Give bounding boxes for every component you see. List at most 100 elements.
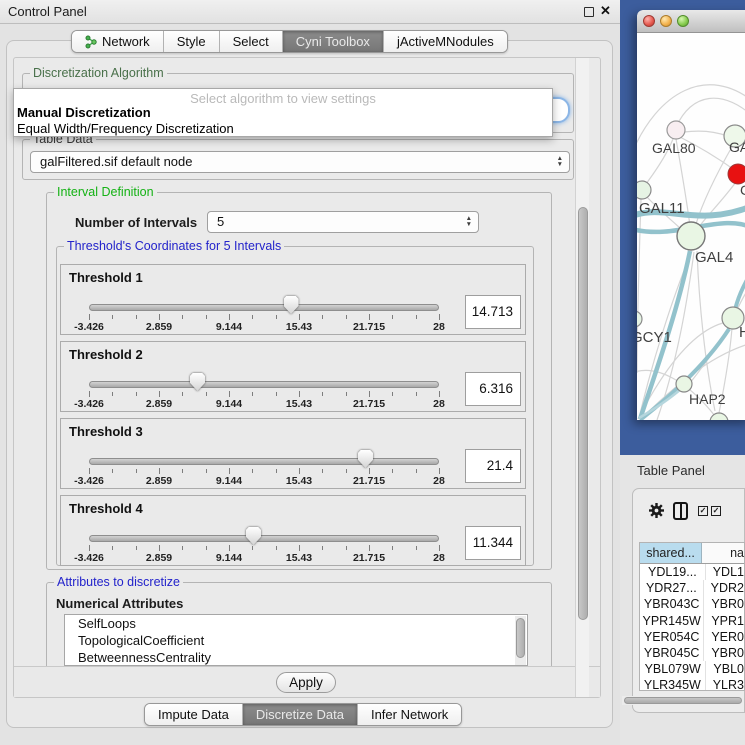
gear-icon[interactable] xyxy=(648,502,665,519)
slider-track[interactable] xyxy=(89,304,439,311)
table-row[interactable]: YBR045CYBR0 xyxy=(640,645,744,661)
node-gcy1[interactable] xyxy=(637,311,642,327)
list-item[interactable]: SelfLoops xyxy=(65,615,527,632)
column-header-name[interactable]: na xyxy=(702,543,744,563)
tick-mark xyxy=(229,314,230,320)
slider-track[interactable] xyxy=(89,381,439,388)
list-scrollbar[interactable] xyxy=(515,616,526,666)
cell-shared-name[interactable]: YER054C xyxy=(640,629,704,645)
tick-label: 9.144 xyxy=(199,552,259,564)
tick-mark xyxy=(276,546,277,550)
table-horizontal-scrollbar[interactable] xyxy=(622,696,743,705)
tick-label: -3.426 xyxy=(59,475,119,487)
tick-label: 21.715 xyxy=(339,475,399,487)
float-window-icon[interactable] xyxy=(584,7,594,17)
tab-discretize-data[interactable]: Discretize Data xyxy=(243,704,358,725)
cell-name[interactable]: YPR1 xyxy=(704,613,744,629)
threshold-label: Threshold 2 xyxy=(69,347,143,362)
slider-track[interactable] xyxy=(89,535,439,542)
number-of-intervals-combobox[interactable]: 5 ▲▼ xyxy=(207,211,479,233)
threshold-value-field[interactable]: 21.4 xyxy=(465,449,521,483)
scrollbar-thumb[interactable] xyxy=(624,697,742,704)
table-row[interactable]: YPR145WYPR1 xyxy=(640,613,744,629)
tab-impute-data[interactable]: Impute Data xyxy=(145,704,243,725)
table-row[interactable]: YBL079WYBL0 xyxy=(640,661,744,677)
threshold-label: Threshold 3 xyxy=(69,424,143,439)
checkbox-checked-icon[interactable]: ✓ xyxy=(711,506,721,516)
cell-name[interactable]: YBL0 xyxy=(706,661,744,677)
zoom-traffic-light[interactable] xyxy=(677,15,689,27)
threshold-value-field[interactable]: 14.713 xyxy=(465,295,521,329)
tick-mark xyxy=(182,392,183,396)
tab-network[interactable]: Network xyxy=(72,31,164,52)
slider-handle[interactable] xyxy=(190,373,205,391)
slider-track[interactable] xyxy=(89,458,439,465)
numerical-attributes-list[interactable]: SelfLoops TopologicalCoefficient Between… xyxy=(64,614,528,666)
close-icon[interactable]: ✕ xyxy=(600,3,611,19)
minimize-traffic-light[interactable] xyxy=(660,15,672,27)
tick-mark xyxy=(392,392,393,396)
cell-shared-name[interactable]: YPR145W xyxy=(640,613,704,629)
cell-shared-name[interactable]: YBR045C xyxy=(640,645,704,661)
node-gal80[interactable] xyxy=(667,121,685,139)
group-title: Attributes to discretize xyxy=(54,575,183,589)
tick-mark xyxy=(369,314,370,320)
cell-name[interactable]: YDR2 xyxy=(704,580,744,596)
column-header-shared-name[interactable]: shared... xyxy=(640,543,702,563)
tab-cyni-toolbox[interactable]: Cyni Toolbox xyxy=(283,31,384,52)
tick-mark xyxy=(322,315,323,319)
node-gal11[interactable] xyxy=(637,181,651,199)
cell-shared-name[interactable]: YDL19... xyxy=(640,564,706,580)
table-row[interactable]: YDR27...YDR2 xyxy=(640,580,744,596)
node-selected-red[interactable] xyxy=(728,164,745,184)
threshold-value-field[interactable]: 11.344 xyxy=(465,526,521,560)
checkbox-checked-icon[interactable]: ✓ xyxy=(698,506,708,516)
cell-name[interactable]: YER0 xyxy=(704,629,744,645)
dropdown-option-manual[interactable]: Manual Discretization xyxy=(17,105,151,120)
tick-mark xyxy=(252,546,253,550)
cell-shared-name[interactable]: YLR345W xyxy=(640,677,706,691)
table-row[interactable]: YBR043CYBR0 xyxy=(640,596,744,612)
slider-handle[interactable] xyxy=(284,296,299,314)
cell-shared-name[interactable]: YDR27... xyxy=(640,580,704,596)
cell-name[interactable]: YBR0 xyxy=(704,596,744,612)
tick-mark xyxy=(369,545,370,551)
list-item[interactable]: TopologicalCoefficient xyxy=(65,632,527,649)
threshold-value-field[interactable]: 6.316 xyxy=(465,372,521,406)
network-canvas[interactable]: GAL80 GA C GAL11 GAL4 GCY1 H HAP2 xyxy=(637,33,745,420)
dropdown-option-equal-width[interactable]: Equal Width/Frequency Discretization xyxy=(17,121,234,136)
table-row[interactable]: YDL19...YDL1 xyxy=(640,564,744,580)
apply-button[interactable]: Apply xyxy=(276,672,336,693)
cell-name[interactable]: YBR0 xyxy=(704,645,744,661)
list-item[interactable]: BetweennessCentrality xyxy=(65,649,527,666)
panel-scrollbar[interactable] xyxy=(575,58,589,697)
tick-mark xyxy=(229,391,230,397)
cell-name[interactable]: YLR3 xyxy=(706,677,744,691)
tick-mark xyxy=(416,392,417,396)
network-window-titlebar[interactable] xyxy=(637,10,745,33)
table-row[interactable]: YER054CYER0 xyxy=(640,629,744,645)
tab-select[interactable]: Select xyxy=(220,31,283,52)
tab-infer-network[interactable]: Infer Network xyxy=(358,704,461,725)
node-gal4[interactable] xyxy=(677,222,705,250)
close-traffic-light[interactable] xyxy=(643,15,655,27)
cell-name[interactable]: YDL1 xyxy=(706,564,744,580)
slider-handle[interactable] xyxy=(358,450,373,468)
cell-shared-name[interactable]: YBL079W xyxy=(640,661,706,677)
node-attribute-table[interactable]: shared... na YDL19...YDL1YDR27...YDR2YBR… xyxy=(639,542,745,691)
tick-mark xyxy=(369,391,370,397)
table-data-combobox[interactable]: galFiltered.sif default node ▲▼ xyxy=(30,151,570,173)
scrollbar-thumb[interactable] xyxy=(516,618,525,658)
thresholds-group: Threshold's Coordinates for 5 Intervals … xyxy=(56,246,534,566)
cell-shared-name[interactable]: YBR043C xyxy=(640,596,704,612)
node-hap2[interactable] xyxy=(676,376,692,392)
tab-jactivemnodules[interactable]: jActiveMNodules xyxy=(384,31,507,52)
tick-mark xyxy=(206,546,207,550)
scrollbar-thumb[interactable] xyxy=(578,207,588,620)
table-row[interactable]: YLR345WYLR3 xyxy=(640,677,744,691)
slider-handle[interactable] xyxy=(246,527,261,545)
column-layout-icon[interactable] xyxy=(673,502,688,520)
tick-label: 9.144 xyxy=(199,321,259,333)
tab-style[interactable]: Style xyxy=(164,31,220,52)
tick-mark xyxy=(159,545,160,551)
